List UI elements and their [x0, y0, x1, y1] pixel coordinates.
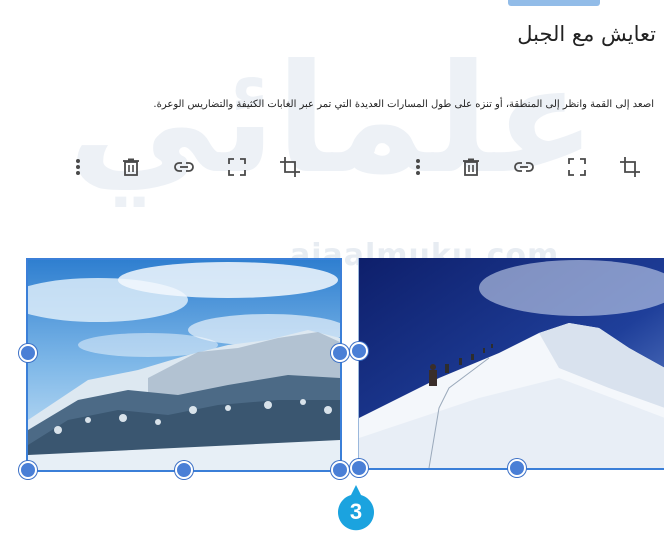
- resize-handle-left-mid[interactable]: [19, 344, 37, 362]
- more-vert-icon[interactable]: [68, 156, 88, 178]
- left-image-toolbar: [68, 152, 333, 182]
- link-icon[interactable]: [514, 156, 534, 178]
- link-icon[interactable]: [174, 156, 194, 178]
- fullscreen-icon[interactable]: [227, 156, 247, 178]
- mountain-forest-photo: [28, 260, 340, 470]
- resize-handle-right-mid[interactable]: [331, 344, 349, 362]
- climbers-snow-ridge-image[interactable]: [350, 258, 664, 477]
- step-number: 3: [349, 499, 363, 524]
- section-description[interactable]: اصعد إلى القمة وانظر إلى المنطقة، أو تنز…: [54, 94, 654, 116]
- top-accent-bar: [508, 0, 600, 6]
- section-title[interactable]: تعايش مع الجبل: [517, 22, 656, 46]
- right-image-toolbar: [408, 152, 664, 182]
- mountain-forest-snow-image[interactable]: [19, 258, 349, 479]
- more-vert-icon[interactable]: [408, 156, 428, 178]
- resize-handle-bottom-left[interactable]: [19, 461, 37, 479]
- delete-icon[interactable]: [461, 156, 481, 178]
- resize-handle-left-mid[interactable]: [350, 342, 368, 360]
- resize-handle-bottom-mid[interactable]: [175, 461, 193, 479]
- fullscreen-icon[interactable]: [567, 156, 587, 178]
- resize-handle-bottom-right[interactable]: [331, 461, 349, 479]
- delete-icon[interactable]: [121, 156, 141, 178]
- crop-icon[interactable]: [620, 156, 640, 178]
- resize-handle-bottom-mid[interactable]: [508, 459, 526, 477]
- crop-icon[interactable]: [280, 156, 300, 178]
- step-number-badge: 3: [334, 483, 378, 535]
- climbers-ridge-photo: [359, 258, 664, 468]
- resize-handle-bottom-left[interactable]: [350, 459, 368, 477]
